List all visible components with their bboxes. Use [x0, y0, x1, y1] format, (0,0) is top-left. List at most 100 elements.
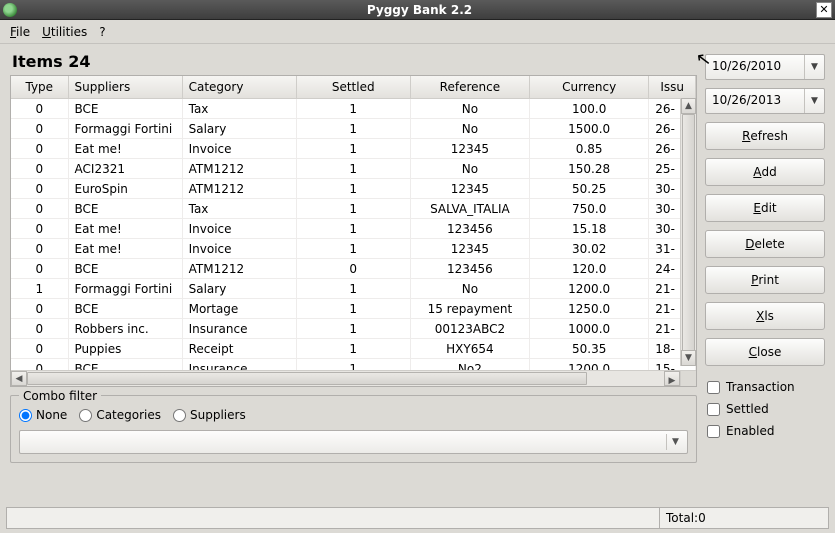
- cell-reference: 12345: [410, 239, 529, 259]
- cell-type: 1: [11, 279, 68, 299]
- col-category[interactable]: Category: [182, 76, 296, 99]
- check-transaction[interactable]: Transaction: [705, 380, 825, 394]
- table-row[interactable]: 0BCEATM12120123456120.024-: [11, 259, 696, 279]
- cell-category: Mortage: [182, 299, 296, 319]
- cell-category: Invoice: [182, 239, 296, 259]
- cell-currency: 15.18: [530, 219, 649, 239]
- cell-currency: 750.0: [530, 199, 649, 219]
- scroll-up-icon[interactable]: ▲: [681, 98, 696, 114]
- col-settled[interactable]: Settled: [296, 76, 410, 99]
- vertical-scrollbar[interactable]: ▲ ▼: [680, 98, 696, 366]
- radio-suppliers[interactable]: Suppliers: [173, 408, 246, 422]
- cell-type: 0: [11, 119, 68, 139]
- table-row[interactable]: 0Eat me!Invoice1123450.8526-: [11, 139, 696, 159]
- cell-settled: 1: [296, 179, 410, 199]
- check-enabled[interactable]: Enabled: [705, 424, 825, 438]
- date-to-picker[interactable]: 10/26/2013 ▼: [705, 88, 825, 114]
- col-suppliers[interactable]: Suppliers: [68, 76, 182, 99]
- table-row[interactable]: 0EuroSpinATM121211234550.2530-: [11, 179, 696, 199]
- scroll-right-icon[interactable]: ▶: [664, 371, 680, 386]
- edit-button[interactable]: Edit: [705, 194, 825, 222]
- close-button[interactable]: Close: [705, 338, 825, 366]
- radio-none[interactable]: None: [19, 408, 67, 422]
- cell-supplier: BCE: [68, 299, 182, 319]
- cell-reference: No: [410, 119, 529, 139]
- cell-supplier: Formaggi Fortini: [68, 279, 182, 299]
- cell-currency: 120.0: [530, 259, 649, 279]
- scroll-down-icon[interactable]: ▼: [681, 350, 696, 366]
- combo-filter-select[interactable]: ▼: [19, 430, 688, 454]
- cell-settled: 1: [296, 299, 410, 319]
- cell-supplier: Puppies: [68, 339, 182, 359]
- window-title: Pyggy Bank 2.2: [23, 3, 816, 17]
- refresh-button[interactable]: Refresh: [705, 122, 825, 150]
- close-icon[interactable]: ✕: [816, 2, 832, 18]
- cell-reference: 00123ABC2: [410, 319, 529, 339]
- items-table: Type Suppliers Category Settled Referenc…: [10, 75, 697, 387]
- cell-currency: 50.25: [530, 179, 649, 199]
- cell-supplier: ACI2321: [68, 159, 182, 179]
- combo-filter-legend: Combo filter: [19, 389, 101, 403]
- xls-button[interactable]: Xls: [705, 302, 825, 330]
- cell-type: 0: [11, 99, 68, 119]
- cell-type: 0: [11, 179, 68, 199]
- chevron-down-icon[interactable]: ▼: [666, 434, 684, 450]
- table-row[interactable]: 0Eat me!Invoice11234530.0231-: [11, 239, 696, 259]
- items-header: Items 24: [10, 50, 697, 75]
- menu-utilities[interactable]: Utilities: [42, 25, 87, 39]
- combo-filter-group: Combo filter None Categories Suppliers ▼: [10, 395, 697, 463]
- cell-settled: 1: [296, 159, 410, 179]
- cell-category: Insurance: [182, 319, 296, 339]
- cell-category: ATM1212: [182, 259, 296, 279]
- cell-currency: 1250.0: [530, 299, 649, 319]
- cell-reference: 12345: [410, 179, 529, 199]
- cell-supplier: BCE: [68, 99, 182, 119]
- menu-help[interactable]: ?: [99, 25, 105, 39]
- delete-button[interactable]: Delete: [705, 230, 825, 258]
- table-row[interactable]: 0Eat me!Invoice112345615.1830-: [11, 219, 696, 239]
- cell-type: 0: [11, 199, 68, 219]
- cell-settled: 1: [296, 339, 410, 359]
- cell-type: 0: [11, 319, 68, 339]
- cell-settled: 1: [296, 119, 410, 139]
- table-row[interactable]: 0Robbers inc.Insurance100123ABC21000.021…: [11, 319, 696, 339]
- table-row[interactable]: 0ACI2321ATM12121No150.2825-: [11, 159, 696, 179]
- cell-settled: 1: [296, 199, 410, 219]
- table-row[interactable]: 0BCETax1SALVA_ITALIA750.030-: [11, 199, 696, 219]
- print-button[interactable]: Print: [705, 266, 825, 294]
- cell-currency: 1500.0: [530, 119, 649, 139]
- scroll-left-icon[interactable]: ◀: [11, 371, 27, 386]
- scroll-thumb-vertical[interactable]: [682, 114, 695, 354]
- cell-settled: 1: [296, 139, 410, 159]
- table-row[interactable]: 0BCEMortage115 repayment1250.021-: [11, 299, 696, 319]
- cell-reference: 123456: [410, 219, 529, 239]
- status-cell-empty: [6, 507, 659, 529]
- cell-supplier: BCE: [68, 259, 182, 279]
- col-issued[interactable]: Issu: [649, 76, 696, 99]
- cell-settled: 1: [296, 99, 410, 119]
- col-reference[interactable]: Reference: [410, 76, 529, 99]
- scroll-thumb-horizontal[interactable]: [27, 372, 587, 385]
- chevron-down-icon[interactable]: ▼: [804, 55, 824, 79]
- cell-category: ATM1212: [182, 159, 296, 179]
- items-label: Items: [12, 52, 63, 71]
- table-row[interactable]: 0Formaggi FortiniSalary1No1500.026-: [11, 119, 696, 139]
- cell-reference: No: [410, 159, 529, 179]
- table-row[interactable]: 0BCETax1No100.026-: [11, 99, 696, 119]
- cell-supplier: Eat me!: [68, 219, 182, 239]
- cell-category: Tax: [182, 99, 296, 119]
- cell-reference: SALVA_ITALIA: [410, 199, 529, 219]
- date-from-picker[interactable]: 10/26/2010 ▼: [705, 54, 825, 80]
- col-type[interactable]: Type: [11, 76, 68, 99]
- horizontal-scrollbar[interactable]: ◀ ▶: [11, 370, 696, 386]
- table-row[interactable]: 0PuppiesReceipt1HXY65450.3518-: [11, 339, 696, 359]
- cell-reference: No: [410, 99, 529, 119]
- menu-file[interactable]: File: [10, 25, 30, 39]
- chevron-down-icon[interactable]: ▼: [804, 89, 824, 113]
- cell-category: Salary: [182, 279, 296, 299]
- add-button[interactable]: Add: [705, 158, 825, 186]
- check-settled[interactable]: Settled: [705, 402, 825, 416]
- table-row[interactable]: 1Formaggi FortiniSalary1No1200.021-: [11, 279, 696, 299]
- radio-categories[interactable]: Categories: [79, 408, 161, 422]
- col-currency[interactable]: Currency: [530, 76, 649, 99]
